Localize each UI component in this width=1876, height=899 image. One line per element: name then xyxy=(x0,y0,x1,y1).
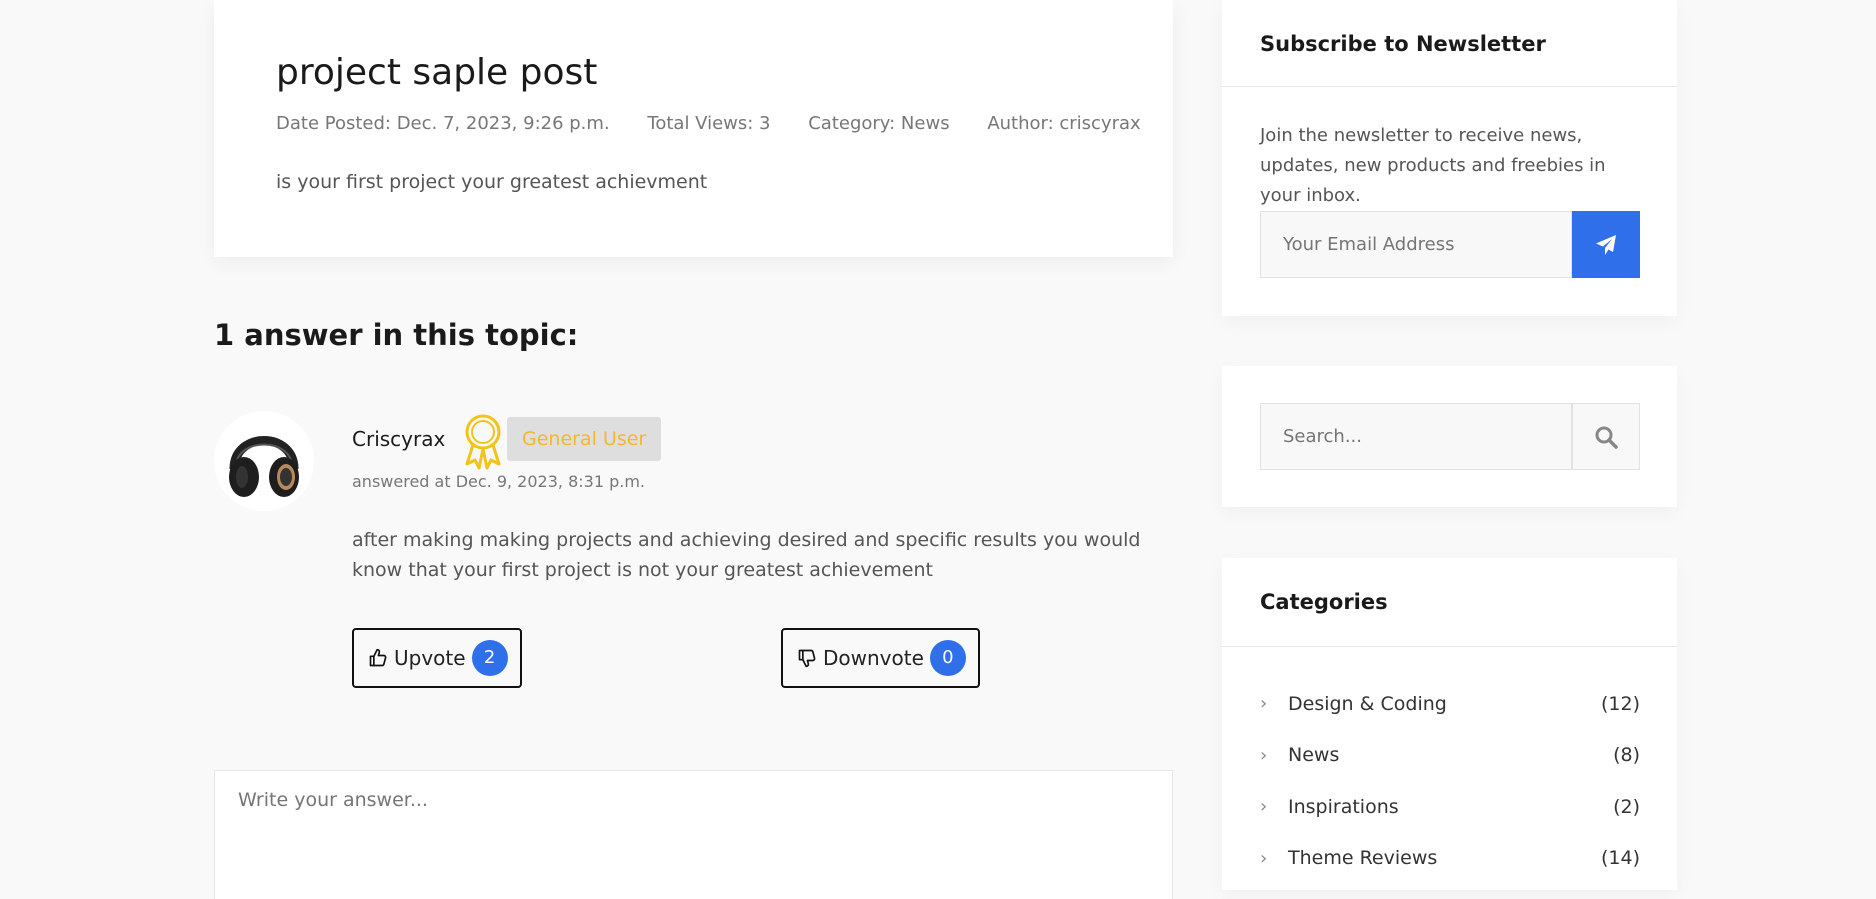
chevron-right-icon: › xyxy=(1260,847,1268,869)
answer-author-name[interactable]: Criscyrax xyxy=(352,427,445,451)
newsletter-title: Subscribe to Newsletter xyxy=(1260,32,1546,56)
newsletter-submit-button[interactable] xyxy=(1572,211,1640,278)
chevron-right-icon: › xyxy=(1260,796,1268,818)
category-count: (8) xyxy=(1613,744,1640,767)
upvote-button[interactable]: Upvote 2 xyxy=(352,628,522,688)
category-item-news[interactable]: › News (8) xyxy=(1260,730,1640,782)
chevron-right-icon: › xyxy=(1260,744,1268,766)
category-count: (14) xyxy=(1600,847,1640,870)
category-item-design-coding[interactable]: › Design & Coding (12) xyxy=(1260,678,1640,730)
search-input[interactable] xyxy=(1260,403,1572,470)
search-icon xyxy=(1595,426,1618,449)
answers-heading: 1 answer in this topic: xyxy=(214,318,579,352)
post-body: is your first project your greatest achi… xyxy=(276,171,708,193)
post-card: project saple post Date Posted: Dec. 7, … xyxy=(214,0,1173,257)
category-item-inspirations[interactable]: › Inspirations (2) xyxy=(1260,781,1640,833)
paper-plane-icon xyxy=(1596,234,1616,255)
answer-text: after making making projects and achievi… xyxy=(352,529,1141,581)
categories-divider xyxy=(1222,646,1677,647)
chevron-right-icon: › xyxy=(1260,693,1268,715)
search-widget xyxy=(1222,366,1677,507)
category-item-theme-reviews[interactable]: › Theme Reviews (14) xyxy=(1260,833,1640,885)
category-name: News xyxy=(1288,744,1340,767)
search-button[interactable] xyxy=(1572,403,1640,470)
headphones-avatar-image xyxy=(214,411,314,511)
post-date: Date Posted: Dec. 7, 2023, 9:26 p.m. xyxy=(276,113,610,134)
role-badge: General User xyxy=(507,417,662,461)
upvote-label: Upvote xyxy=(394,646,466,670)
categories-list: › Design & Coding (12) › News (8) › Insp… xyxy=(1260,678,1640,884)
newsletter-email-input[interactable] xyxy=(1260,211,1572,278)
newsletter-widget: Subscribe to Newsletter Join the newslet… xyxy=(1222,0,1677,316)
newsletter-description: Join the newsletter to receive news, upd… xyxy=(1260,125,1606,206)
post-author: Author: criscyrax xyxy=(987,113,1141,134)
downvote-count: 0 xyxy=(929,640,966,676)
downvote-label: Downvote xyxy=(823,646,924,670)
categories-title: Categories xyxy=(1260,590,1388,614)
category-count: (12) xyxy=(1600,692,1640,715)
post-category: Category: News xyxy=(808,113,950,134)
thumbs-up-icon xyxy=(369,648,387,667)
category-name: Design & Coding xyxy=(1288,692,1447,715)
categories-widget: Categories › Design & Coding (12) › News… xyxy=(1222,558,1677,890)
thumbs-down-icon xyxy=(798,649,816,668)
category-count: (2) xyxy=(1613,795,1640,818)
avatar xyxy=(214,411,314,511)
answered-at-timestamp: answered at Dec. 9, 2023, 8:31 p.m. xyxy=(352,472,645,491)
upvote-count: 2 xyxy=(471,640,508,676)
category-name: Theme Reviews xyxy=(1288,847,1438,870)
downvote-button[interactable]: Downvote 0 xyxy=(781,628,980,688)
award-ribbon-icon xyxy=(460,412,506,470)
newsletter-divider xyxy=(1222,86,1677,87)
post-title: project saple post xyxy=(276,52,598,93)
category-name: Inspirations xyxy=(1288,795,1399,818)
post-meta: Date Posted: Dec. 7, 2023, 9:26 p.m. Tot… xyxy=(276,113,1173,134)
answer-textarea[interactable] xyxy=(214,770,1173,899)
post-views: Total Views: 3 xyxy=(647,113,771,134)
